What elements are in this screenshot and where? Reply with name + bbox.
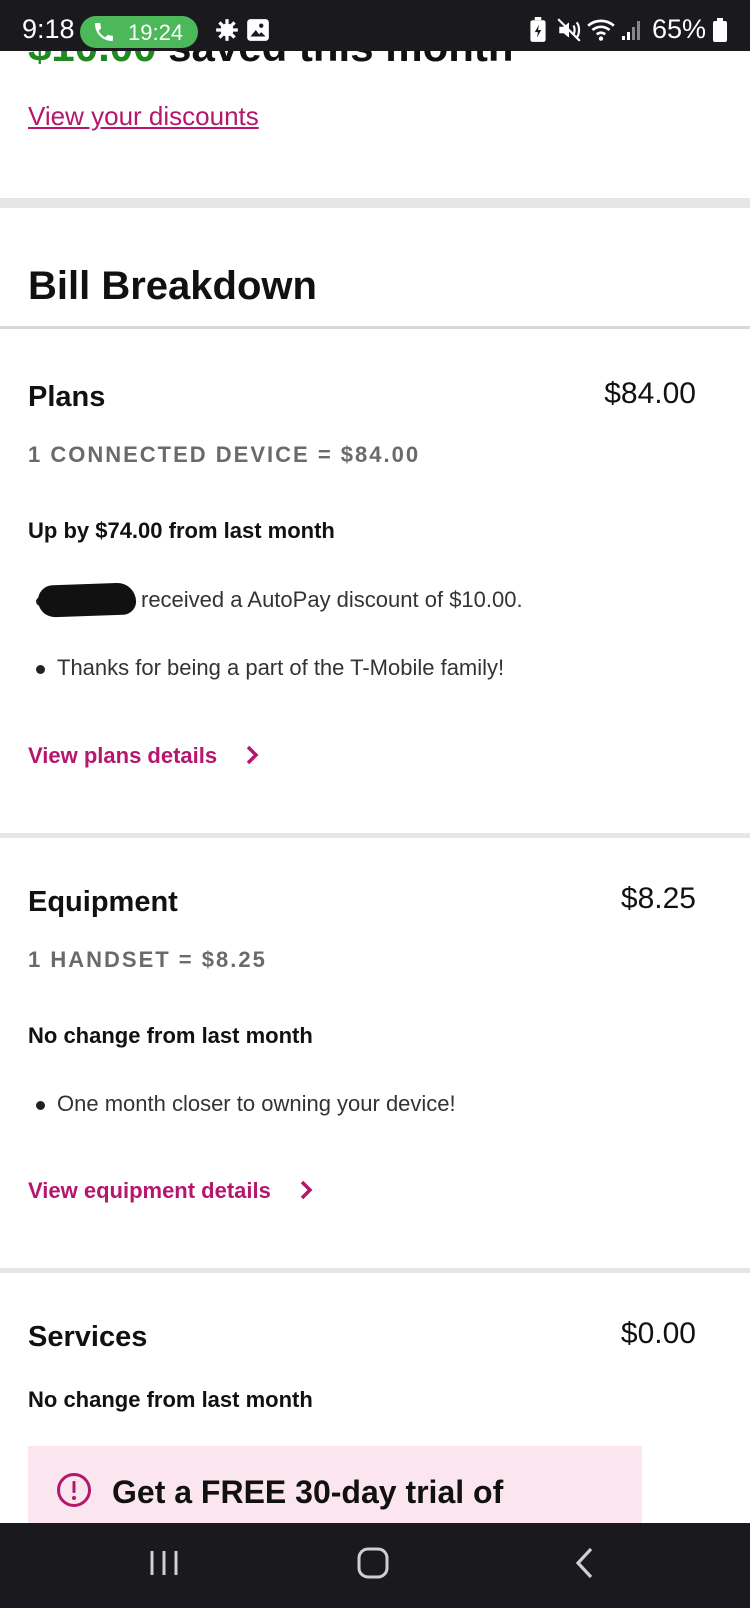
status-bar: 9:18 19:24 65% bbox=[0, 0, 750, 51]
plans-subtitle: 1 CONNECTED DEVICE = $84.00 bbox=[28, 442, 421, 467]
battery-percent: 65% bbox=[652, 14, 707, 44]
status-time: 9:18 bbox=[22, 14, 75, 44]
plans-change-note: Up by $74.00 from last month bbox=[28, 518, 335, 543]
equipment-price: $8.25 bbox=[620, 882, 696, 915]
plans-price: $84.00 bbox=[604, 377, 696, 410]
device-bullet-text: One month closer to owning your device! bbox=[57, 1091, 456, 1116]
battery-saver-icon bbox=[530, 17, 546, 42]
free-trial-text: Get a FREE 30-day trial of bbox=[112, 1474, 504, 1510]
view-equipment-details-link[interactable]: View equipment details bbox=[28, 1178, 313, 1204]
bill-page[interactable]: $10.00 saved this month View your discou… bbox=[0, 51, 750, 1523]
plans-title: Plans bbox=[28, 381, 106, 413]
signal-icon bbox=[622, 21, 640, 40]
services-change-note: No change from last month bbox=[28, 1387, 313, 1412]
page-title: Bill Breakdown bbox=[28, 264, 317, 308]
section-divider bbox=[0, 1268, 750, 1273]
family-bullet-text: Thanks for being a part of the T-Mobile … bbox=[57, 655, 505, 680]
battery-icon bbox=[713, 18, 727, 42]
alert-icon bbox=[57, 1473, 91, 1507]
view-plans-details-link[interactable]: View plans details bbox=[28, 743, 259, 769]
title-rule bbox=[0, 326, 750, 329]
free-trial-banner[interactable]: Get a FREE 30-day trial of bbox=[28, 1446, 642, 1523]
redacted-name bbox=[37, 582, 137, 618]
section-divider bbox=[0, 833, 750, 838]
savings-amount: $10.00 bbox=[28, 51, 156, 70]
phone-icon bbox=[95, 23, 113, 41]
monthly-savings: $10.00 saved this month bbox=[28, 51, 514, 71]
view-plans-details-label: View plans details bbox=[28, 743, 218, 768]
equipment-title: Equipment bbox=[28, 886, 178, 918]
wifi-icon bbox=[587, 19, 615, 41]
gear-icon bbox=[216, 19, 238, 41]
list-item: One month closer to owning your device! bbox=[36, 1091, 456, 1117]
list-item: Thanks for being a part of the T-Mobile … bbox=[36, 655, 504, 681]
chevron-right-icon bbox=[300, 1180, 313, 1200]
system-nav-bar bbox=[0, 1523, 750, 1608]
back-icon[interactable] bbox=[572, 1543, 598, 1583]
call-timer: 19:24 bbox=[128, 20, 184, 45]
equipment-subtitle: 1 HANDSET = $8.25 bbox=[28, 947, 267, 972]
recents-icon[interactable] bbox=[148, 1543, 180, 1583]
chevron-right-icon bbox=[247, 745, 259, 765]
services-title: Services bbox=[28, 1321, 148, 1353]
view-equipment-details-label: View equipment details bbox=[28, 1178, 271, 1203]
home-icon[interactable] bbox=[356, 1543, 390, 1583]
equipment-change-note: No change from last month bbox=[28, 1023, 313, 1048]
view-discounts-link[interactable]: View your discounts bbox=[28, 101, 259, 132]
services-price: $0.00 bbox=[620, 1317, 696, 1350]
image-icon bbox=[247, 19, 269, 41]
ongoing-call-pill[interactable]: 19:24 bbox=[80, 16, 198, 48]
section-divider bbox=[0, 198, 750, 208]
savings-text: saved this month bbox=[156, 51, 513, 70]
mute-icon bbox=[557, 18, 581, 42]
